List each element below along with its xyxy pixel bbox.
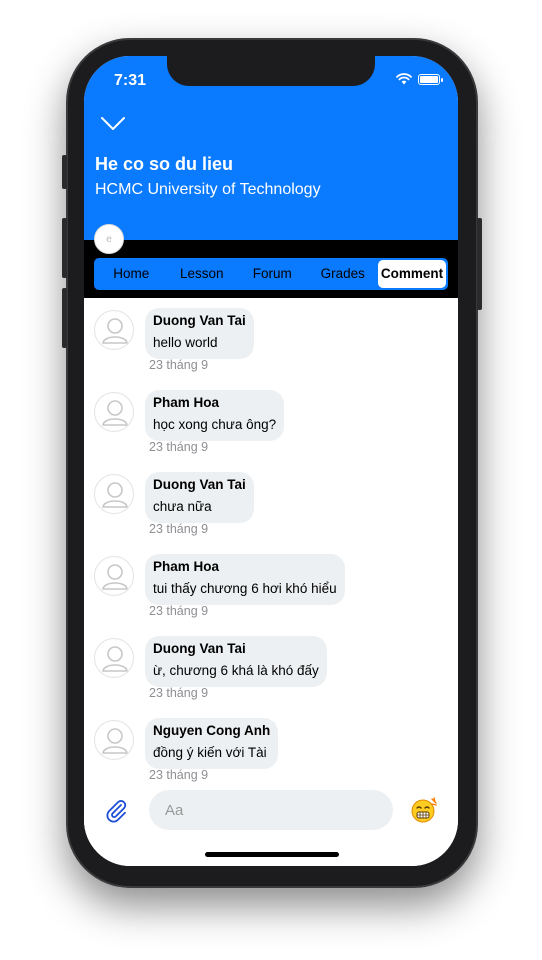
comment-text: đồng ý kiến với Tài [153,745,267,760]
tab-grades[interactable]: Grades [308,260,379,288]
comment-bubble: Pham Hoa tui thấy chương 6 hơi khó hiểu [145,554,345,605]
volume-up-button [62,218,67,278]
comment-author: Duong Van Tai [153,641,246,656]
comment-item: Duong Van Tai ừ, chương 6 khá là khó đấy… [84,626,458,708]
comment-text: hello world [153,335,218,350]
comment-text: chưa nữa [153,499,212,514]
comment-author: Nguyen Cong Anh [153,723,271,738]
user-avatar-icon [94,638,134,678]
tab-home[interactable]: Home [96,260,167,288]
comment-bubble: Duong Van Tai ừ, chương 6 khá là khó đấy [145,636,327,687]
user-avatar-icon [94,392,134,432]
comment-date: 23 tháng 9 [149,358,209,372]
comment-date: 23 tháng 9 [149,768,209,782]
user-avatar-icon [94,720,134,760]
comment-text: tui thấy chương 6 hơi khó hiểu [153,581,337,596]
comment-author: Pham Hoa [153,395,220,410]
notch [167,56,375,86]
paperclip-icon[interactable] [102,796,130,824]
comment-item: Pham Hoa tui thấy chương 6 hơi khó hiểu … [84,544,458,626]
user-avatar-icon [94,310,134,350]
comment-date: 23 tháng 9 [149,440,209,454]
comment-text: học xong chưa ông? [153,417,277,432]
status-icons [396,73,443,85]
mute-switch [62,155,67,189]
user-avatar-icon [94,474,134,514]
comment-bubble: Duong Van Tai chưa nữa [145,472,254,523]
user-avatar-icon [94,556,134,596]
course-avatar-letter: e [106,233,112,245]
comment-author: Duong Van Tai [153,313,246,328]
wifi-icon [396,73,412,85]
battery-icon [418,73,443,85]
course-subtitle: HCMC University of Technology [95,181,321,198]
tab-forum[interactable]: Forum [237,260,308,288]
course-header: 7:31 He co so du lieu HCMC University of… [84,56,458,240]
tab-comment[interactable]: Comment [378,260,446,288]
home-indicator[interactable] [205,852,339,857]
comment-item: Nguyen Cong Anh đồng ý kiến với Tài 23 t… [84,708,458,782]
segmented-tabs: Home Lesson Forum Grades Comment [94,258,448,290]
tab-lesson[interactable]: Lesson [167,260,238,288]
course-avatar: e [94,224,124,254]
chevron-down-icon[interactable] [100,116,126,132]
comment-bubble: Nguyen Cong Anh đồng ý kiến với Tài [145,718,279,769]
app-screen: 7:31 He co so du lieu HCMC University of… [84,56,458,866]
comment-date: 23 tháng 9 [149,522,209,536]
comment-text: ừ, chương 6 khá là khó đấy [153,663,319,678]
comment-input[interactable] [149,790,393,830]
comment-composer [84,782,458,866]
comment-list[interactable]: Duong Van Tai hello world 23 tháng 9 Pha… [84,298,458,782]
comment-date: 23 tháng 9 [149,604,209,618]
comment-item: Duong Van Tai chưa nữa 23 tháng 9 [84,462,458,544]
status-time: 7:31 [114,72,147,89]
comment-bubble: Pham Hoa học xong chưa ông? [145,390,285,441]
comment-author: Pham Hoa [153,559,220,574]
volume-down-button [62,288,67,348]
comment-item: Duong Van Tai hello world 23 tháng 9 [84,298,458,380]
power-button [477,218,482,310]
comment-author: Duong Van Tai [153,477,246,492]
comment-item: Pham Hoa học xong chưa ông? 23 tháng 9 [84,380,458,462]
comment-bubble: Duong Van Tai hello world [145,308,254,359]
course-title: He co so du lieu [95,154,234,174]
comment-date: 23 tháng 9 [149,686,209,700]
emoji-icon[interactable] [410,796,438,824]
